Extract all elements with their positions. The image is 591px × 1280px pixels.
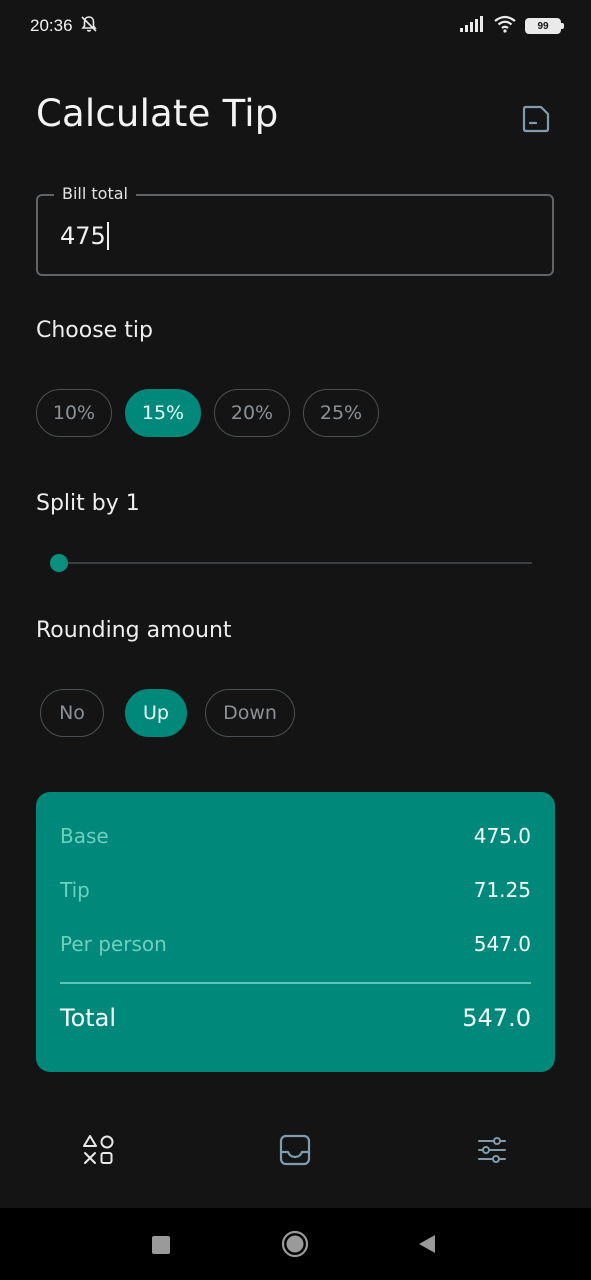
base-label: Base xyxy=(60,824,109,848)
text-caret xyxy=(106,222,109,250)
nav-calculator[interactable] xyxy=(80,1132,116,1168)
shapes-icon xyxy=(83,1135,114,1164)
bill-total-label: Bill total xyxy=(54,184,136,203)
split-label: Split by 1 xyxy=(36,491,140,516)
signal-icon xyxy=(459,15,485,37)
sliders-icon xyxy=(478,1137,506,1163)
base-value: 475.0 xyxy=(473,824,531,848)
save-button[interactable] xyxy=(520,103,552,135)
tip-chip-20[interactable]: 20% xyxy=(214,389,290,437)
bottom-nav xyxy=(0,1118,591,1182)
summary-row-per-person: Per person 547.0 xyxy=(60,932,531,956)
rounding-options: No Up Down xyxy=(40,689,295,737)
summary-row-base: Base 475.0 xyxy=(60,824,531,848)
battery-icon: 99 xyxy=(525,18,564,34)
rounding-chip-up[interactable]: Up xyxy=(125,689,187,737)
nav-saved[interactable] xyxy=(277,1132,313,1168)
summary-row-total: Total 547.0 xyxy=(60,1004,531,1032)
status-bar: 20:36 99 xyxy=(0,0,591,52)
recents-square-icon xyxy=(152,1236,170,1254)
bill-total-input[interactable]: 475 xyxy=(60,222,109,250)
back-triangle-icon xyxy=(419,1235,435,1253)
split-slider[interactable] xyxy=(50,553,532,573)
bell-off-icon xyxy=(79,14,99,39)
tip-options: 10% 15% 20% 25% xyxy=(36,389,379,437)
rounding-label: Rounding amount xyxy=(36,618,232,643)
summary-row-tip: Tip 71.25 xyxy=(60,878,531,902)
wifi-icon xyxy=(493,15,517,37)
summary-divider xyxy=(60,982,531,984)
slider-thumb[interactable] xyxy=(50,554,68,572)
per-person-value: 547.0 xyxy=(473,932,531,956)
system-nav-bar xyxy=(0,1208,591,1280)
bill-total-value: 475 xyxy=(60,222,106,250)
tip-value: 71.25 xyxy=(473,878,531,902)
tip-chip-25[interactable]: 25% xyxy=(303,389,379,437)
per-person-label: Per person xyxy=(60,932,167,956)
inbox-icon xyxy=(279,1134,311,1166)
bill-total-field[interactable]: Bill total 475 xyxy=(36,184,554,276)
total-label: Total xyxy=(60,1004,117,1032)
status-left: 20:36 xyxy=(30,14,99,39)
slider-track xyxy=(60,562,532,564)
save-icon xyxy=(522,105,550,133)
status-time: 20:36 xyxy=(30,16,73,35)
page-title: Calculate Tip xyxy=(36,92,279,135)
nav-settings[interactable] xyxy=(474,1132,510,1168)
total-value: 547.0 xyxy=(462,1004,531,1032)
home-circle-icon xyxy=(281,1230,309,1258)
choose-tip-label: Choose tip xyxy=(36,318,153,343)
recents-button[interactable] xyxy=(151,1235,171,1259)
summary-card: Base 475.0 Tip 71.25 Per person 547.0 To… xyxy=(36,792,555,1072)
rounding-chip-no[interactable]: No xyxy=(40,689,104,737)
tip-label: Tip xyxy=(60,878,90,902)
home-button[interactable] xyxy=(281,1230,309,1262)
tip-chip-10[interactable]: 10% xyxy=(36,389,112,437)
rounding-chip-down[interactable]: Down xyxy=(205,689,295,737)
back-button[interactable] xyxy=(416,1233,438,1259)
tip-chip-15[interactable]: 15% xyxy=(125,389,201,437)
status-right: 99 xyxy=(459,15,564,37)
